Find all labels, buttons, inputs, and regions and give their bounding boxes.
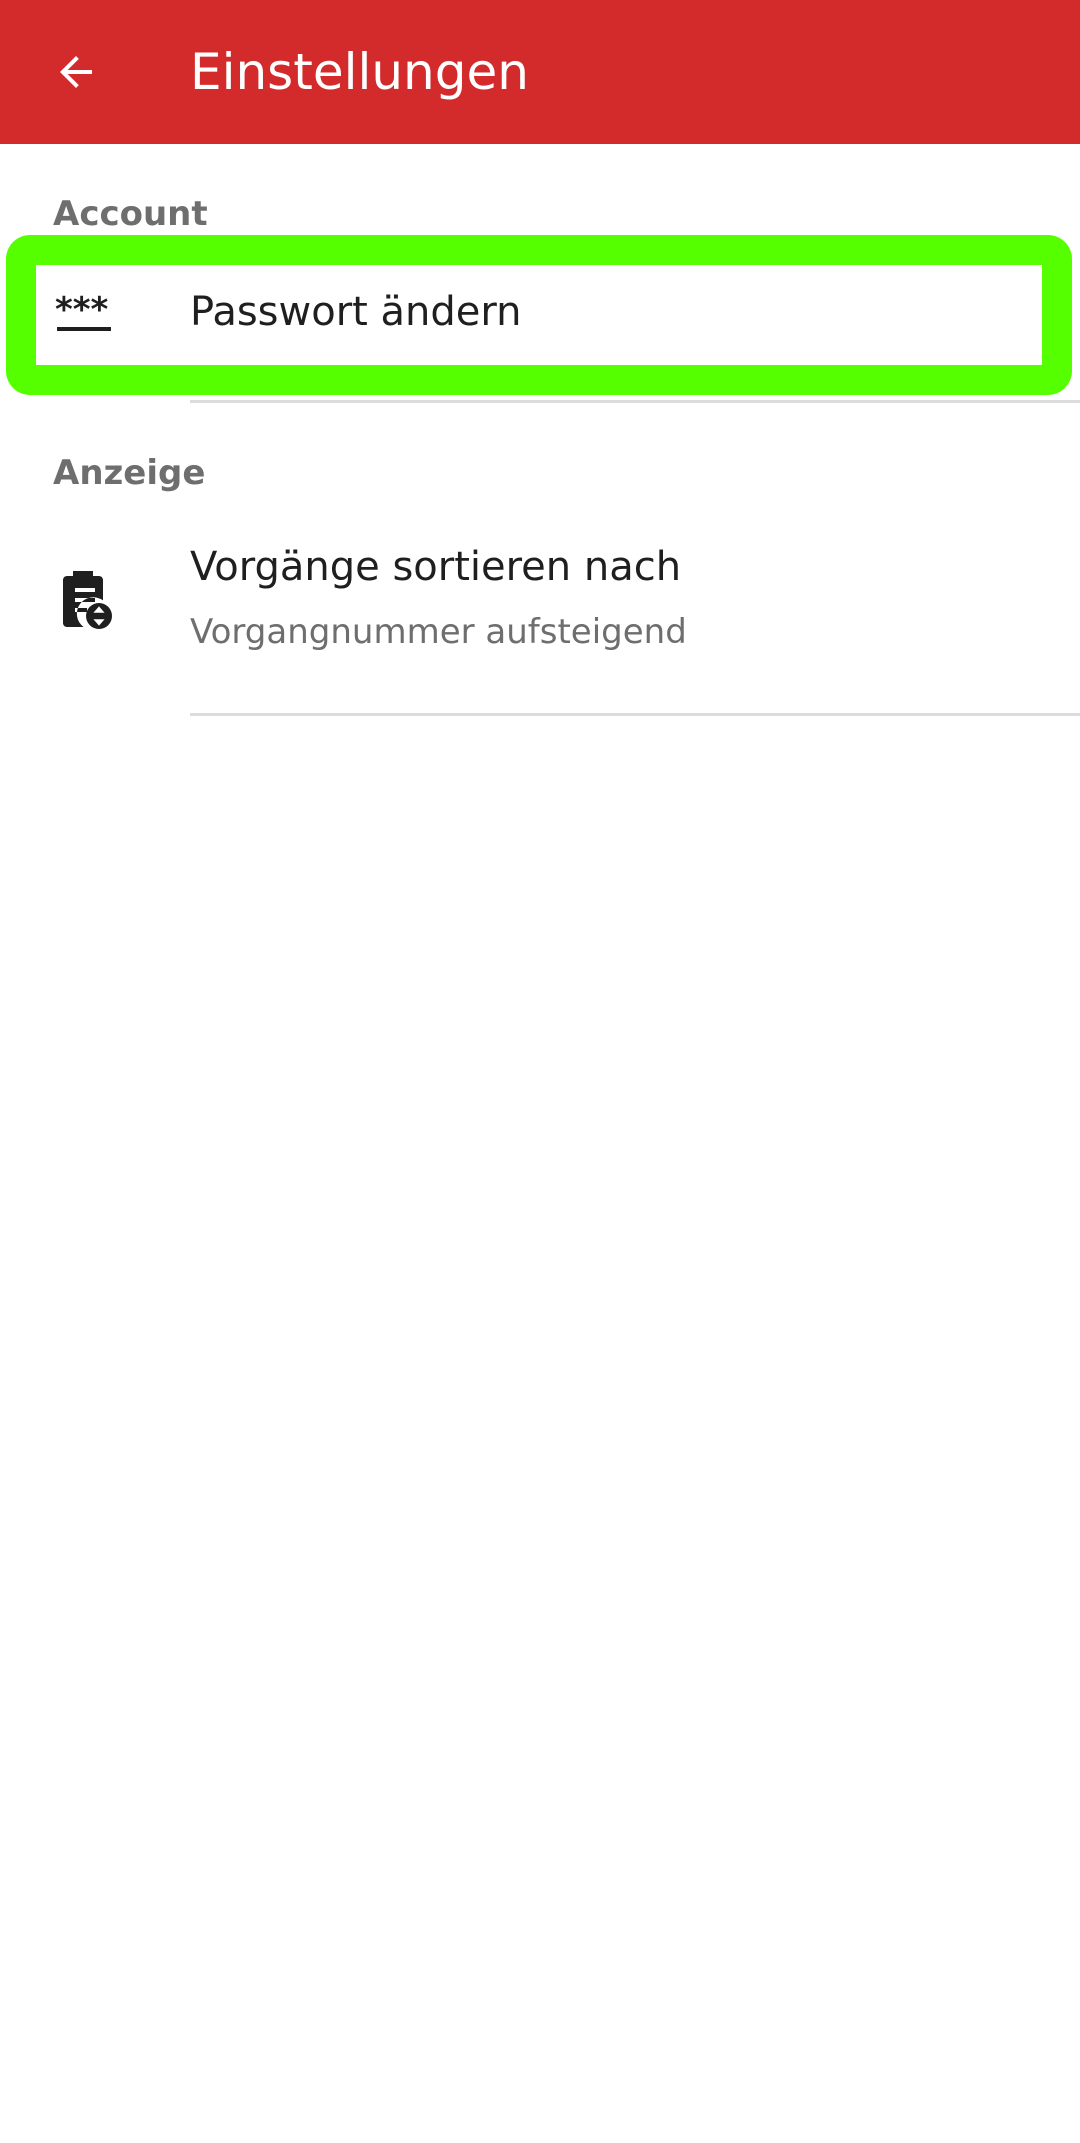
- preference-title: Vorgänge sortieren nach: [190, 544, 682, 590]
- app-bar: Einstellungen: [0, 0, 1080, 144]
- section-header-anzeige: Anzeige: [53, 453, 206, 493]
- divider: [190, 713, 1080, 716]
- back-button[interactable]: [36, 32, 116, 112]
- preference-summary: Vorgangnummer aufsteigend: [190, 612, 687, 652]
- divider: [190, 400, 1080, 403]
- svg-text:***: ***: [55, 295, 109, 330]
- password-icon: ***: [55, 285, 115, 345]
- preference-change-password[interactable]: *** Passwort ändern: [0, 255, 1080, 375]
- clipboard-sort-icon: [55, 565, 115, 635]
- section-header-account: Account: [53, 194, 208, 234]
- arrow-back-icon: [60, 56, 92, 88]
- preference-title: Passwort ändern: [190, 289, 522, 335]
- preference-sort-order[interactable]: Vorgänge sortieren nach Vorgangnummer au…: [0, 520, 1080, 710]
- page-title: Einstellungen: [190, 43, 529, 101]
